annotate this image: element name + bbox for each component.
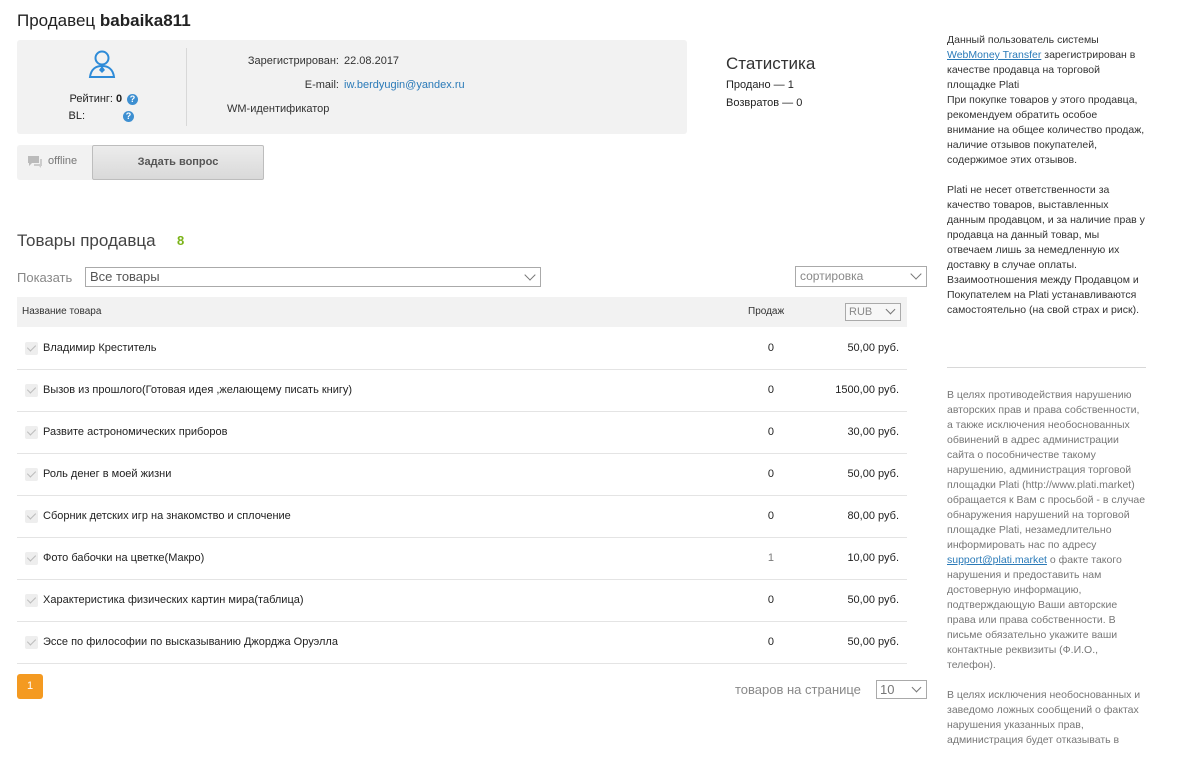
product-price: 30,00 руб. bbox=[847, 426, 899, 438]
product-price: 50,00 руб. bbox=[847, 594, 899, 606]
check-icon bbox=[25, 342, 38, 355]
goods-count: 8 bbox=[177, 233, 185, 248]
product-name[interactable]: Эссе по философии по высказыванию Джордж… bbox=[43, 636, 338, 648]
table-row[interactable]: Эссе по философии по высказыванию Джордж… bbox=[17, 622, 907, 664]
per-page-value: 10 bbox=[880, 682, 895, 697]
chevron-down-icon bbox=[524, 269, 536, 281]
notice-paragraph: В целях исключения необоснованных и заве… bbox=[947, 689, 1141, 746]
check-icon bbox=[25, 384, 38, 397]
registered-label: Зарегистрирован: bbox=[247, 55, 339, 67]
registered-value: 22.08.2017 bbox=[344, 55, 400, 67]
table-row[interactable]: Сборник детских игр на знакомство и спло… bbox=[17, 496, 907, 538]
per-page-select[interactable]: 10 bbox=[876, 680, 927, 699]
notice-paragraph: Данный пользователь системы WebMoney Tra… bbox=[947, 33, 1147, 93]
notice-paragraph: Plati не несет ответственности за качест… bbox=[947, 184, 1145, 316]
page-1-button[interactable]: 1 bbox=[17, 674, 43, 699]
check-icon bbox=[25, 552, 38, 565]
table-row[interactable]: Роль денег в моей жизни 0 50,00 руб. bbox=[17, 454, 907, 496]
stats-returns: Возвратов — 0 bbox=[726, 97, 803, 109]
product-price: 1500,00 руб. bbox=[835, 384, 899, 396]
rating-help-icon[interactable]: ? bbox=[127, 94, 138, 105]
column-name-header: Название товара bbox=[22, 306, 102, 317]
check-icon bbox=[25, 426, 38, 439]
email-label: E-mail: bbox=[304, 79, 339, 91]
check-icon bbox=[25, 636, 38, 649]
seller-info-box: Рейтинг: 0 ? BL: ? Зарегистрирован: 22.0… bbox=[17, 40, 687, 134]
product-name[interactable]: Владимир Креститель bbox=[43, 342, 156, 354]
category-filter-select[interactable]: Все товары bbox=[85, 267, 541, 287]
category-filter-value: Все товары bbox=[90, 269, 160, 284]
product-sales: 0 bbox=[767, 636, 774, 648]
wm-id-label: WM-идентификатор bbox=[227, 103, 330, 115]
ask-question-button[interactable]: Задать вопрос bbox=[92, 145, 264, 180]
seller-name: babaika811 bbox=[99, 11, 191, 30]
copyright-notice: В целях противодействия нарушению авторс… bbox=[947, 388, 1147, 748]
chevron-down-icon bbox=[885, 304, 896, 315]
chevron-down-icon bbox=[910, 268, 922, 280]
table-row[interactable]: Вызов из прошлого(Готовая идея ,желающем… bbox=[17, 370, 907, 412]
currency-select[interactable]: RUB bbox=[845, 303, 901, 321]
support-email-link[interactable]: support@plati.market bbox=[947, 554, 1047, 566]
table-header: Название товара Продаж RUB bbox=[17, 297, 907, 327]
product-price: 80,00 руб. bbox=[847, 510, 899, 522]
check-icon bbox=[25, 594, 38, 607]
product-sales: 0 bbox=[767, 510, 774, 522]
product-price: 50,00 руб. bbox=[847, 636, 899, 648]
table-row[interactable]: Владимир Креститель 0 50,00 руб. bbox=[17, 328, 907, 370]
rating-label: Рейтинг: bbox=[69, 93, 113, 105]
stats-sold: Продано — 1 bbox=[726, 79, 794, 91]
notice-paragraph: В целях противодействия нарушению авторс… bbox=[947, 388, 1147, 673]
product-name[interactable]: Развите астрономических приборов bbox=[43, 426, 227, 438]
sort-select[interactable]: сортировка bbox=[795, 266, 927, 287]
goods-title: Товары продавца bbox=[17, 231, 156, 250]
product-price: 10,00 руб. bbox=[847, 552, 899, 564]
check-icon bbox=[25, 510, 38, 523]
sort-value: сортировка bbox=[800, 269, 864, 283]
product-sales: 0 bbox=[767, 384, 774, 396]
seller-title-prefix: Продавец bbox=[17, 11, 96, 30]
product-name[interactable]: Фото бабочки на цветке(Макро) bbox=[43, 552, 204, 564]
sidebar-divider bbox=[947, 367, 1146, 368]
notice-text: В целях противодействия нарушению авторс… bbox=[947, 389, 1146, 551]
check-icon bbox=[25, 468, 38, 481]
stats-title: Статистика bbox=[726, 54, 816, 73]
webmoney-link[interactable]: WebMoney Transfer bbox=[947, 49, 1041, 61]
notice-text: Данный пользователь системы bbox=[947, 34, 1099, 46]
seller-title: Продавец babaika811 bbox=[17, 11, 191, 31]
product-price: 50,00 руб. bbox=[847, 468, 899, 480]
bl-help-icon[interactable]: ? bbox=[123, 111, 134, 122]
notice-paragraph: При покупке товаров у этого продавца, ре… bbox=[947, 94, 1145, 166]
online-status: offline bbox=[17, 145, 92, 180]
product-name[interactable]: Сборник детских игр на знакомство и спло… bbox=[43, 510, 291, 522]
product-name[interactable]: Вызов из прошлого(Готовая идея ,желающем… bbox=[43, 384, 352, 396]
chat-icon bbox=[28, 156, 42, 168]
table-row[interactable]: Развите астрономических приборов 0 30,00… bbox=[17, 412, 907, 454]
product-sales: 0 bbox=[767, 426, 774, 438]
seller-notice: Данный пользователь системы WebMoney Tra… bbox=[947, 33, 1147, 318]
show-label: Показать bbox=[17, 270, 73, 285]
product-sales: 0 bbox=[767, 342, 774, 354]
notice-text: о факте такого нарушения и предоставить … bbox=[947, 554, 1122, 671]
rating-value: 0 bbox=[116, 93, 123, 105]
table-row[interactable]: Фото бабочки на цветке(Макро) 1 10,00 ру… bbox=[17, 538, 907, 580]
user-icon bbox=[88, 50, 116, 78]
product-sales: 1 bbox=[767, 552, 774, 564]
per-page-label: товаров на странице bbox=[735, 682, 861, 697]
product-price: 50,00 руб. bbox=[847, 342, 899, 354]
table-row[interactable]: Характеристика физических картин мира(та… bbox=[17, 580, 907, 622]
product-sales: 0 bbox=[767, 468, 774, 480]
currency-value: RUB bbox=[849, 306, 873, 318]
chevron-down-icon bbox=[911, 682, 922, 693]
product-sales: 0 bbox=[767, 594, 774, 606]
column-sales-header: Продаж bbox=[748, 306, 785, 317]
status-text: offline bbox=[48, 155, 78, 167]
product-name[interactable]: Характеристика физических картин мира(та… bbox=[43, 594, 304, 606]
product-name[interactable]: Роль денег в моей жизни bbox=[43, 468, 171, 480]
email-link[interactable]: iw.berdyugin@yandex.ru bbox=[344, 79, 465, 91]
info-divider bbox=[186, 48, 187, 126]
bl-label: BL: bbox=[68, 110, 85, 122]
